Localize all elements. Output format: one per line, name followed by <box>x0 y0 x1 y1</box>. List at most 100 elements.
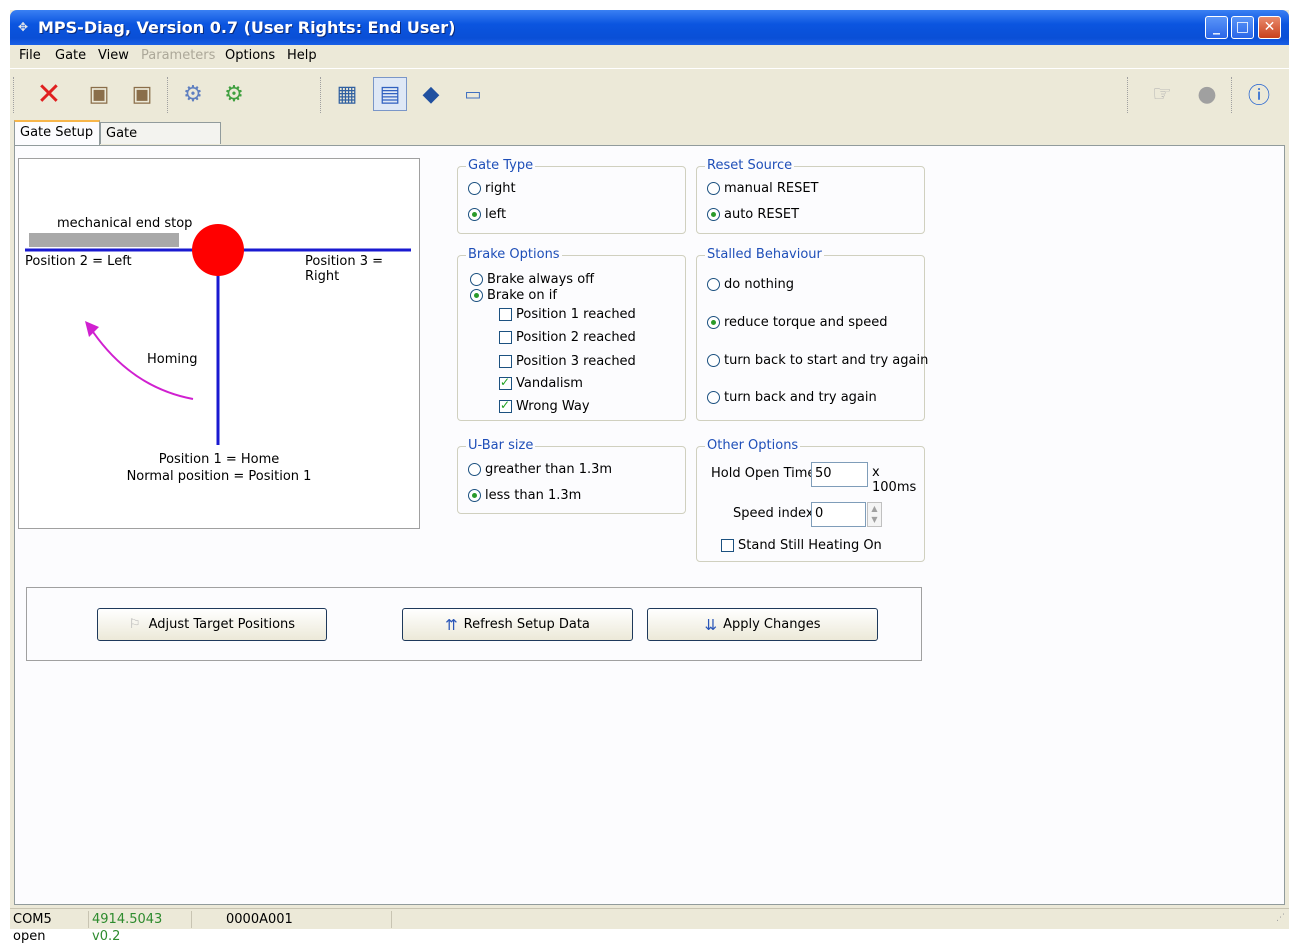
checkbox-checked-icon <box>499 375 512 390</box>
manual-reset-radio[interactable]: manual RESET <box>707 181 818 196</box>
radio-selected-icon <box>707 316 720 329</box>
apply-changes-button[interactable]: ⇊ Apply Changes <box>647 608 878 641</box>
resize-grip-icon[interactable]: ⋰ <box>1276 913 1285 923</box>
refresh-setup-data-button[interactable]: ⇈ Refresh Setup Data <box>402 608 633 641</box>
hand-pointer-icon[interactable]: ☞ <box>1145 77 1179 111</box>
brake-always-off-radio[interactable]: Brake always off <box>470 272 594 287</box>
menu-file[interactable]: File <box>19 48 41 63</box>
maximize-icon: □ <box>1235 19 1250 35</box>
stand-still-heating-checkbox[interactable]: Stand Still Heating On <box>721 538 882 553</box>
stalled-reduce-torque-radio[interactable]: reduce torque and speed <box>707 315 887 330</box>
gate-diagram: mechanical end stop Position 2 = Left Po… <box>18 158 420 529</box>
other-options-title: Other Options <box>705 438 801 453</box>
add-gate-icon[interactable]: ▣ <box>82 77 116 111</box>
remove-gate-icon[interactable]: ▣ <box>125 77 159 111</box>
status-port: COM5 open <box>10 911 89 944</box>
info-icon[interactable]: ⓘ <box>1242 77 1276 111</box>
apply-changes-label: Apply Changes <box>723 617 821 632</box>
stand-still-heating-label: Stand Still Heating On <box>738 538 882 553</box>
brake-wrong-way-checkbox[interactable]: Wrong Way <box>499 398 590 414</box>
refresh-setup-data-label: Refresh Setup Data <box>463 617 590 632</box>
toolbar-separator <box>167 77 170 113</box>
stalled-turn-back-start-label: turn back to start and try again <box>724 353 929 368</box>
auto-reset-label: auto RESET <box>724 207 800 222</box>
end-stop-label: mechanical end stop <box>57 216 193 231</box>
end-stop-bar <box>29 233 179 247</box>
brake-position-1-checkbox[interactable]: Position 1 reached <box>499 307 636 322</box>
toolbar-separator <box>13 77 16 113</box>
minimize-button[interactable]: _ <box>1205 16 1228 39</box>
brake-on-if-radio[interactable]: Brake on if <box>470 288 557 303</box>
close-window-button[interactable]: ✕ <box>1258 16 1281 39</box>
status-bar: COM5 open 4914.5043 v0.2 0000A001 ⋰ <box>10 908 1289 944</box>
ubar-greater-radio[interactable]: greather than 1.3m <box>468 462 612 477</box>
window-title: MPS-Diag, Version 0.7 (User Rights: End … <box>38 18 456 37</box>
menu-options[interactable]: Options <box>225 48 275 63</box>
radio-icon <box>468 182 481 195</box>
status-code: 0000A001 <box>192 911 392 928</box>
home-gear-icon[interactable]: ⚙ <box>176 77 210 111</box>
gate-type-right-radio[interactable]: right <box>468 181 516 196</box>
adjust-target-positions-label: Adjust Target Positions <box>148 617 296 632</box>
window-icon[interactable]: ▭ <box>456 77 490 111</box>
stalled-behaviour-title: Stalled Behaviour <box>705 247 824 262</box>
refresh-up-arrow-icon: ⇈ <box>445 615 458 634</box>
ubar-less-radio[interactable]: less than 1.3m <box>468 488 581 503</box>
radio-icon <box>468 463 481 476</box>
brake-always-off-label: Brake always off <box>487 272 595 287</box>
radio-selected-icon <box>470 289 483 302</box>
brake-position-3-checkbox[interactable]: Position 3 reached <box>499 354 636 369</box>
hold-open-time-input[interactable]: 50 <box>811 462 868 487</box>
adjust-target-positions-button[interactable]: ⚐ Adjust Target Positions <box>97 608 327 641</box>
brake-position-1-label: Position 1 reached <box>516 307 636 322</box>
menu-bar: File Gate View Parameters Options Help <box>10 45 1289 67</box>
disconnect-icon[interactable]: ✕ <box>32 77 66 112</box>
radio-icon <box>707 278 720 291</box>
speed-index-input[interactable]: 0 <box>811 502 866 527</box>
stop-hand-icon[interactable]: ● <box>1190 77 1224 111</box>
brake-options-group: Brake Options Brake always off Brake on … <box>457 247 686 421</box>
pivot-marker <box>192 224 244 276</box>
stalled-reduce-torque-label: reduce torque and speed <box>724 315 888 330</box>
menu-gate[interactable]: Gate <box>55 48 86 63</box>
app-icon: ✥ <box>18 20 29 34</box>
stalled-do-nothing-radio[interactable]: do nothing <box>707 277 794 292</box>
gate-type-left-radio[interactable]: left <box>468 207 506 222</box>
ubar-greater-label: greather than 1.3m <box>485 462 613 477</box>
setup-gear-icon[interactable]: ⚙ <box>217 77 251 111</box>
position-1-label: Position 1 = Home <box>158 452 280 467</box>
radio-icon <box>470 273 483 286</box>
brake-vandalism-checkbox[interactable]: Vandalism <box>499 375 583 391</box>
maximize-button[interactable]: □ <box>1231 16 1254 39</box>
stalled-turn-back-radio[interactable]: turn back and try again <box>707 390 877 405</box>
gate-type-group: Gate Type right left <box>457 158 686 234</box>
speed-index-spinner[interactable]: ▲ ▼ <box>867 502 882 527</box>
tab-gate-parameters-1[interactable]: Gate Parameters 1 <box>100 122 221 163</box>
reset-source-group: Reset Source manual RESET auto RESET <box>696 158 925 234</box>
tab-gate-setup[interactable]: Gate Setup <box>14 120 100 146</box>
brake-vandalism-label: Vandalism <box>516 376 583 391</box>
ubar-less-label: less than 1.3m <box>485 488 582 503</box>
brake-wrong-way-label: Wrong Way <box>516 399 590 414</box>
table-view-icon[interactable]: ▤ <box>373 77 407 111</box>
hold-open-time-label: Hold Open Time <box>711 466 816 481</box>
menu-view[interactable]: View <box>98 48 129 63</box>
manual-icon[interactable]: ◆ <box>414 77 448 111</box>
tab-strip: Gate Setup Gate Parameters 1 <box>10 120 1289 163</box>
radio-selected-icon <box>468 208 481 221</box>
toolbar-separator <box>320 77 323 113</box>
adjust-positions-icon: ⚐ <box>128 617 141 632</box>
stalled-do-nothing-label: do nothing <box>724 277 794 292</box>
auto-reset-radio[interactable]: auto RESET <box>707 207 799 222</box>
menu-help[interactable]: Help <box>287 48 317 63</box>
diagram-view-icon[interactable]: ▦ <box>330 77 364 111</box>
brake-position-2-label: Position 2 reached <box>516 330 636 345</box>
brake-position-2-checkbox[interactable]: Position 2 reached <box>499 330 636 345</box>
title-bar: ✥ MPS-Diag, Version 0.7 (User Rights: En… <box>10 10 1289 45</box>
radio-icon <box>707 391 720 404</box>
menu-parameters[interactable]: Parameters <box>141 48 215 63</box>
brake-options-title: Brake Options <box>466 247 562 262</box>
manual-reset-label: manual RESET <box>724 181 819 196</box>
hold-open-time-unit: x 100ms <box>872 465 917 495</box>
stalled-turn-back-start-radio[interactable]: turn back to start and try again <box>707 353 928 368</box>
